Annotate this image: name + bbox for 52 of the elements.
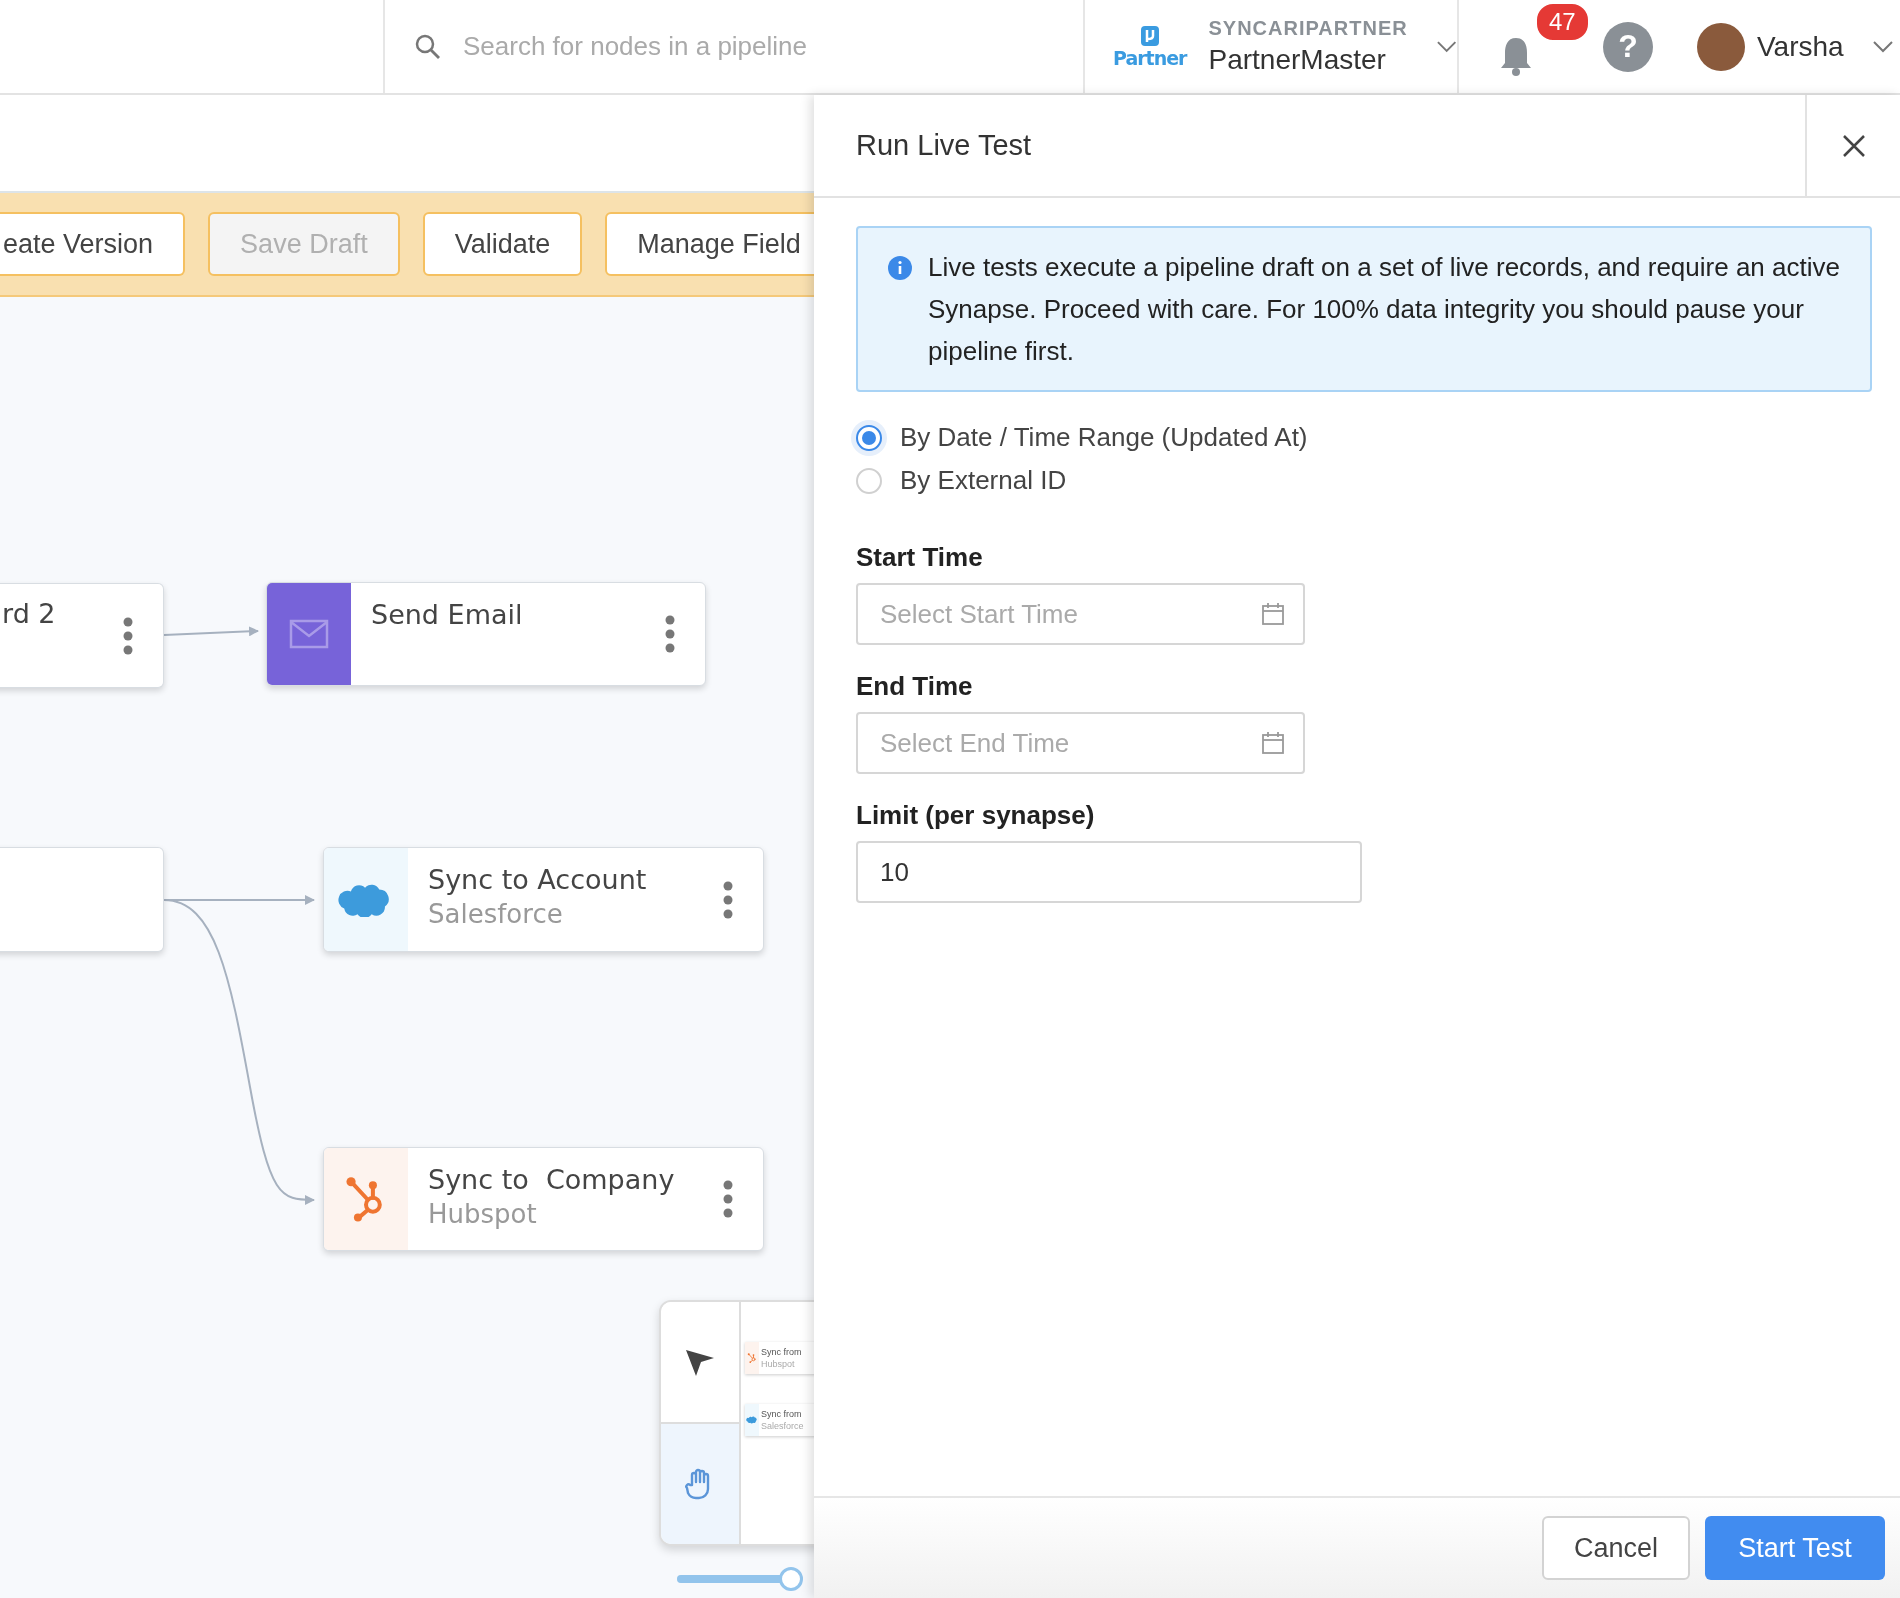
node-title: rd 2 <box>2 598 57 629</box>
node-title: Sync to Account <box>428 864 648 895</box>
pipeline-node[interactable]: Sync to Account Salesforce <box>323 847 764 952</box>
pipeline-node[interactable]: Sync to Company Hubspot <box>323 1147 764 1251</box>
more-icon[interactable] <box>123 616 133 655</box>
more-icon[interactable] <box>723 880 733 919</box>
radio-button[interactable] <box>856 467 882 494</box>
org-name: SYNCARIPARTNER <box>1208 17 1408 40</box>
node-subtitle: Hubspot <box>428 1199 538 1229</box>
minimap-node-subtitle: Hubspot <box>761 1358 796 1370</box>
cancel-button[interactable]: Cancel <box>1542 1516 1690 1580</box>
minimap-node-subtitle: Salesforce <box>761 1420 804 1432</box>
date-field[interactable]: Select End Time <box>856 712 1305 774</box>
info-icon <box>888 256 912 280</box>
minimap-node-title: Sync from <box>761 1346 802 1358</box>
toolbar-button[interactable]: Manage Field <box>605 212 814 276</box>
pipeline-node[interactable] <box>0 847 164 952</box>
calendar-icon[interactable] <box>1261 602 1285 626</box>
panel-title: Run Live Test <box>855 129 1033 162</box>
logo-icon <box>1138 24 1161 47</box>
chevron-down-icon[interactable] <box>1871 39 1894 54</box>
radio-option[interactable]: By Date / Time Range (Updated At) <box>856 422 1872 453</box>
calendar-icon[interactable] <box>1261 731 1285 755</box>
node-title: Sync to Company <box>428 1164 676 1195</box>
field-label: End Time <box>856 671 974 702</box>
pipeline-node[interactable]: rd 2 <box>0 583 164 688</box>
node-subtitle: Salesforce <box>428 899 564 929</box>
more-icon[interactable] <box>723 1180 733 1218</box>
avatar[interactable] <box>1697 22 1745 71</box>
chevron-down-icon[interactable] <box>1435 39 1457 54</box>
minimap-node-title: Sync from <box>761 1408 803 1420</box>
tool-button[interactable] <box>661 1302 739 1422</box>
toolbar-button[interactable]: Validate <box>422 212 583 276</box>
field-label: Limit (per synapse) <box>856 800 1096 831</box>
close-icon <box>1841 133 1866 158</box>
info-text: Live tests execute a pipeline draft on a set of live records, and require an active Synapse. Proceed with care. For 100% data integrity you should pause your pipeline first. <box>928 251 1840 368</box>
date-field[interactable]: Select Start Time <box>856 583 1305 645</box>
slider-thumb[interactable] <box>779 1567 803 1591</box>
toolbar-button[interactable]: eate Version <box>0 212 186 276</box>
notification-badge: 47 <box>1535 1 1590 42</box>
envelope-icon <box>289 619 329 649</box>
hub-icon <box>747 1353 757 1363</box>
search-icon <box>415 33 441 60</box>
radio-option[interactable]: By External ID <box>856 465 1872 496</box>
pipeline-node[interactable]: Send Email <box>266 582 706 686</box>
node-title: Send Email <box>371 599 524 630</box>
cloud-icon <box>746 1416 758 1424</box>
field-label: Start Time <box>856 542 984 573</box>
user-name[interactable]: Varsha <box>1757 30 1844 63</box>
more-icon[interactable] <box>665 615 675 653</box>
number-field[interactable]: 10 <box>856 841 1362 903</box>
account-name: PartnerMaster <box>1208 44 1387 76</box>
